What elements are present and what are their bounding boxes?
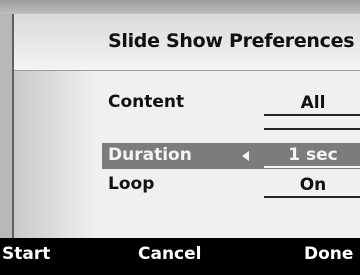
duration-row[interactable]: Duration 1 sec <box>102 143 360 169</box>
duration-label: Duration <box>108 145 192 165</box>
softkey-bar: Start Cancel Done <box>0 238 360 275</box>
title-bar: Slide Show Preferences <box>14 14 360 71</box>
empty-field-line <box>264 128 360 130</box>
left-arrow-icon[interactable] <box>242 151 249 161</box>
duration-value[interactable]: 1 sec <box>264 144 360 168</box>
done-softkey[interactable]: Done <box>304 244 353 264</box>
start-softkey[interactable]: Start <box>2 244 50 264</box>
loop-value[interactable]: On <box>264 174 360 198</box>
device-bezel <box>0 0 360 14</box>
cancel-softkey[interactable]: Cancel <box>138 244 201 264</box>
preferences-panel: Slide Show Preferences Content All Durat… <box>12 14 360 238</box>
content-label: Content <box>108 92 185 112</box>
content-value[interactable]: All <box>264 92 360 116</box>
page-title: Slide Show Preferences <box>108 30 355 52</box>
loop-label: Loop <box>108 174 155 194</box>
